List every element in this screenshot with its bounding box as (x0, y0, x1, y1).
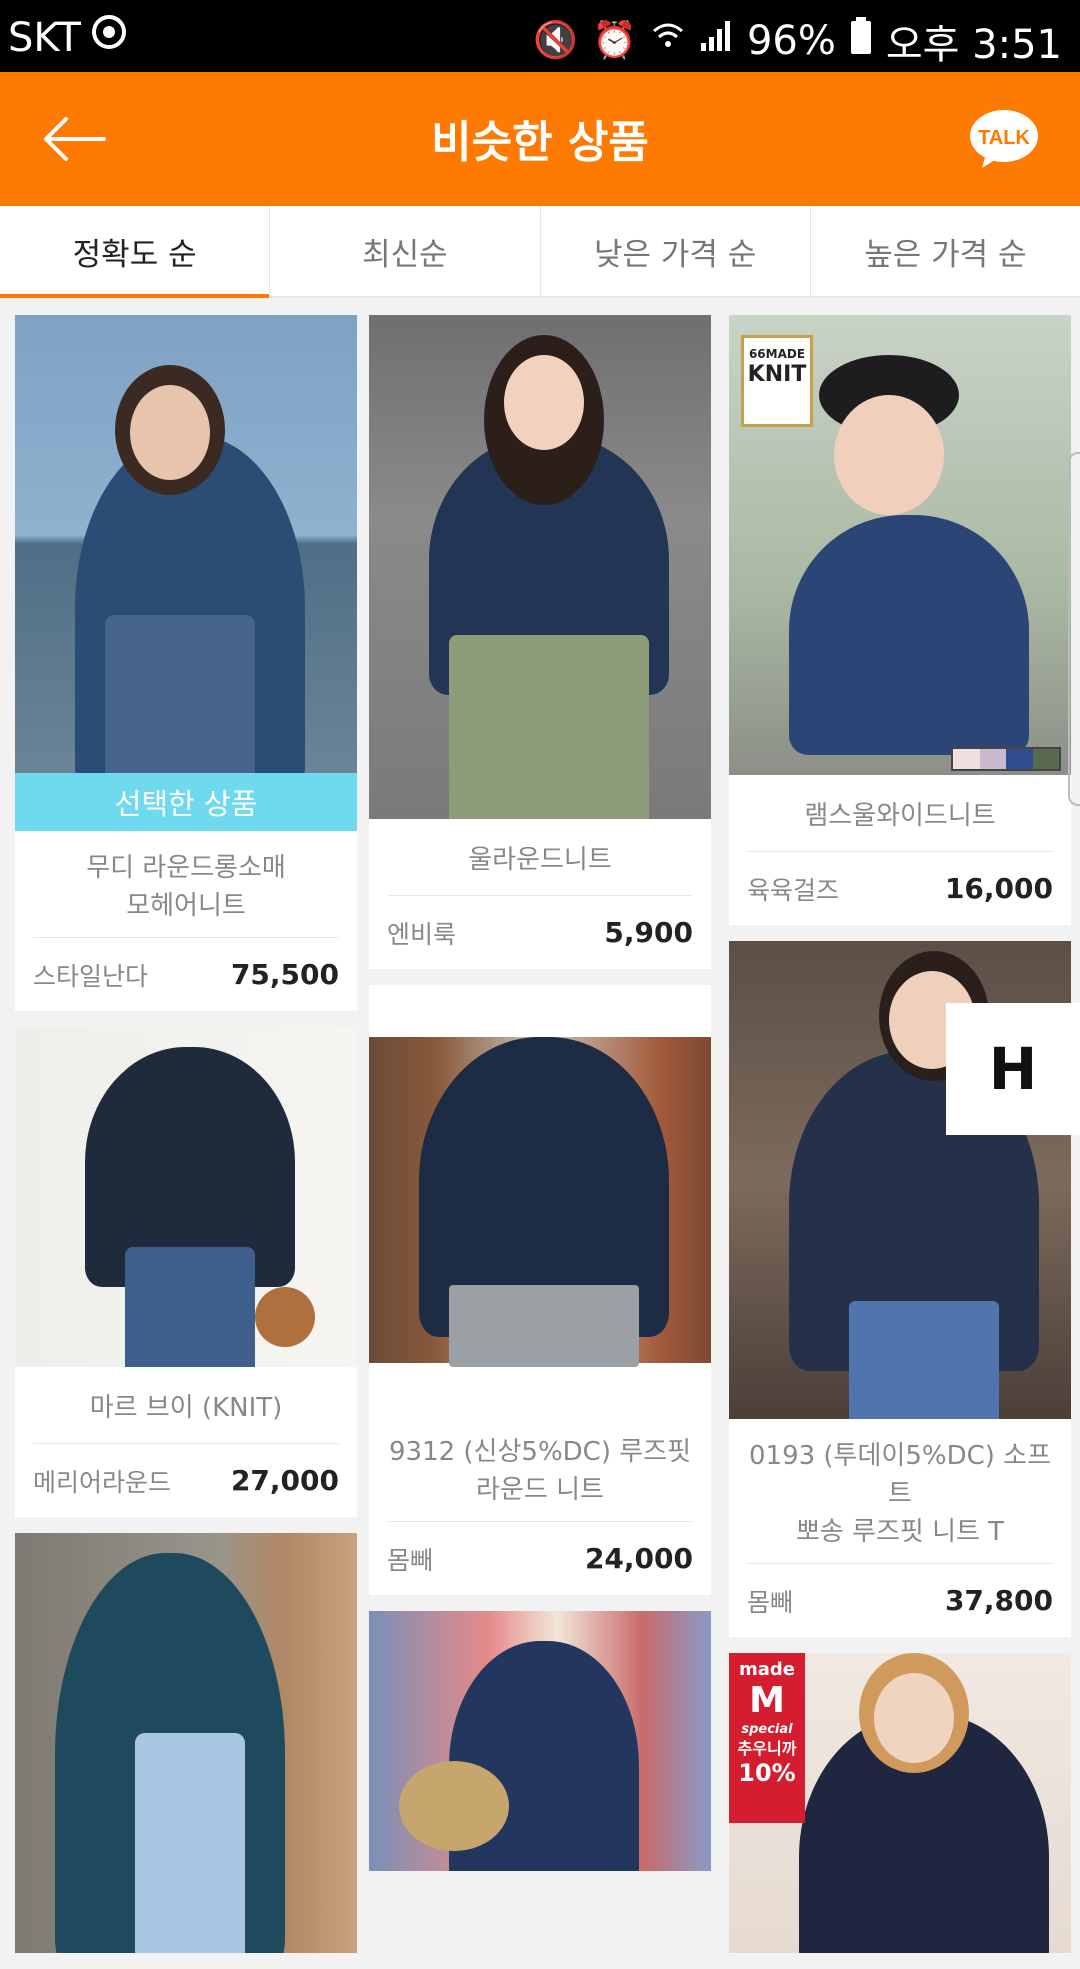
made-badge-main: M (749, 1680, 785, 1721)
product-image[interactable]: 66MADE KNIT (729, 315, 1071, 775)
product-card[interactable]: 66MADE KNIT 램스울와이드니트 육육걸즈 16,000 (729, 315, 1071, 925)
product-price: 16,000 (944, 872, 1053, 905)
product-meta: 스타일난다 75,500 (33, 937, 339, 1011)
mute-icon: 🔇 (533, 20, 579, 61)
battery-icon (850, 16, 872, 66)
sync-icon (89, 12, 129, 63)
product-price: 24,000 (584, 1542, 693, 1575)
product-column: 울라운드니트 엔비룩 5,900 9312 (신상5%DC) 루즈핏라운드 니트… (369, 315, 711, 1887)
product-name-line1: 9312 (신상5%DC) 루즈핏 (388, 1437, 691, 1467)
made-badge-top: made (739, 1659, 795, 1680)
product-card[interactable]: 마르 브이 (KNIT) 메리어라운드 27,000 (15, 1027, 357, 1517)
seller-name: 메리어라운드 (33, 1467, 172, 1497)
product-name-line1: 울라운드니트 (468, 845, 612, 875)
product-card[interactable] (369, 1611, 711, 1871)
product-name: 0193 (투데이5%DC) 소프트뽀송 루즈핏 니트 T (729, 1419, 1071, 1563)
app-bar: 비슷한 상품 TALK (0, 72, 1080, 206)
knit-badge-top: 66MADE (748, 347, 806, 361)
product-column: 66MADE KNIT 램스울와이드니트 육육걸즈 16,000 0193 (투… (729, 315, 1071, 1969)
battery-percent: 96% (746, 18, 836, 64)
product-meta: 메리어라운드 27,000 (33, 1443, 339, 1517)
product-card[interactable]: 선택한 상품 무디 라운드롱소매모헤어니트 스타일난다 75,500 (15, 315, 357, 1011)
page-title: 비슷한 상품 (431, 117, 649, 168)
product-meta: 몸빼 24,000 (387, 1521, 693, 1595)
made-badge: made M special 추우니까 10% (729, 1653, 805, 1823)
product-price: 37,800 (944, 1584, 1053, 1617)
product-price: 75,500 (230, 958, 339, 991)
product-card[interactable]: 울라운드니트 엔비룩 5,900 (369, 315, 711, 969)
sort-tabs: 정확도 순 최신순 낮은 가격 순 높은 가격 순 (0, 206, 1080, 298)
product-image[interactable] (369, 1611, 711, 1871)
product-name-line1: 무디 라운드롱소매 (86, 853, 286, 883)
knit-badge-main: KNIT (747, 362, 807, 387)
product-meta: 육육걸즈 16,000 (747, 851, 1053, 925)
product-price: 27,000 (230, 1464, 339, 1497)
product-meta: 엔비룩 5,900 (387, 895, 693, 969)
clock: 오후 3:51 (885, 22, 1062, 68)
seller-name: 몸빼 (387, 1545, 434, 1575)
product-name: 9312 (신상5%DC) 루즈핏라운드 니트 (369, 1415, 711, 1521)
product-name-line1: 마르 브이 (KNIT) (89, 1393, 283, 1423)
seller-name: 몸빼 (747, 1587, 794, 1617)
signal-icon (699, 19, 733, 64)
tab-low-price[interactable]: 낮은 가격 순 (541, 206, 811, 296)
alarm-icon: ⏰ (592, 20, 637, 61)
product-name: 마르 브이 (KNIT) (15, 1367, 357, 1443)
product-image[interactable]: made M special 추우니까 10% (729, 1653, 1071, 1953)
floating-h-button[interactable]: H (946, 1003, 1080, 1135)
product-name-line2: 뽀송 루즈핏 니트 T (795, 1517, 1005, 1547)
talk-chat-button[interactable]: TALK (968, 108, 1040, 170)
product-image[interactable] (15, 1027, 357, 1367)
selected-product-banner: 선택한 상품 (15, 773, 357, 831)
seller-name: 육육걸즈 (747, 875, 840, 905)
carrier-label: SKT (8, 14, 81, 61)
product-image[interactable] (369, 985, 711, 1415)
tab-high-price[interactable]: 높은 가격 순 (811, 206, 1080, 296)
made-badge-sub: special (741, 1722, 793, 1737)
made-badge-discount: 10% (738, 1759, 796, 1787)
product-card[interactable]: made M special 추우니까 10% (729, 1653, 1071, 1953)
product-meta: 몸빼 37,800 (747, 1563, 1053, 1637)
product-name: 무디 라운드롱소매모헤어니트 (15, 831, 357, 937)
product-card[interactable]: 9312 (신상5%DC) 루즈핏라운드 니트 몸빼 24,000 (369, 985, 711, 1595)
product-image[interactable] (15, 315, 357, 773)
tab-newest[interactable]: 최신순 (270, 206, 541, 296)
product-grid: 선택한 상품 무디 라운드롱소매모헤어니트 스타일난다 75,500 마르 브이… (0, 300, 1080, 1953)
product-name: 울라운드니트 (369, 819, 711, 895)
side-drawer-handle[interactable] (1068, 452, 1080, 806)
knit-badge: 66MADE KNIT (741, 335, 813, 427)
talk-label: TALK (978, 127, 1030, 149)
seller-name: 스타일난다 (33, 961, 149, 991)
made-badge-promo: 추우니까 (737, 1739, 797, 1758)
product-name-line1: 램스울와이드니트 (804, 801, 996, 831)
color-swatches (951, 747, 1061, 771)
tab-accuracy[interactable]: 정확도 순 (0, 206, 271, 298)
seller-name: 엔비룩 (387, 919, 457, 949)
product-name-line2: 라운드 니트 (476, 1475, 604, 1505)
status-bar: SKT 🔇 ⏰ 96% 오후 3:51 (0, 0, 1080, 72)
product-card[interactable] (15, 1533, 357, 1953)
product-name: 램스울와이드니트 (729, 775, 1071, 851)
product-image[interactable] (369, 315, 711, 819)
product-price: 5,900 (604, 916, 693, 949)
product-name-line1: 0193 (투데이5%DC) 소프트 (748, 1441, 1051, 1509)
product-image[interactable] (15, 1533, 357, 1953)
wifi-icon (651, 19, 685, 64)
product-column: 선택한 상품 무디 라운드롱소매모헤어니트 스타일난다 75,500 마르 브이… (15, 315, 357, 1969)
product-name-line2: 모헤어니트 (126, 891, 246, 921)
